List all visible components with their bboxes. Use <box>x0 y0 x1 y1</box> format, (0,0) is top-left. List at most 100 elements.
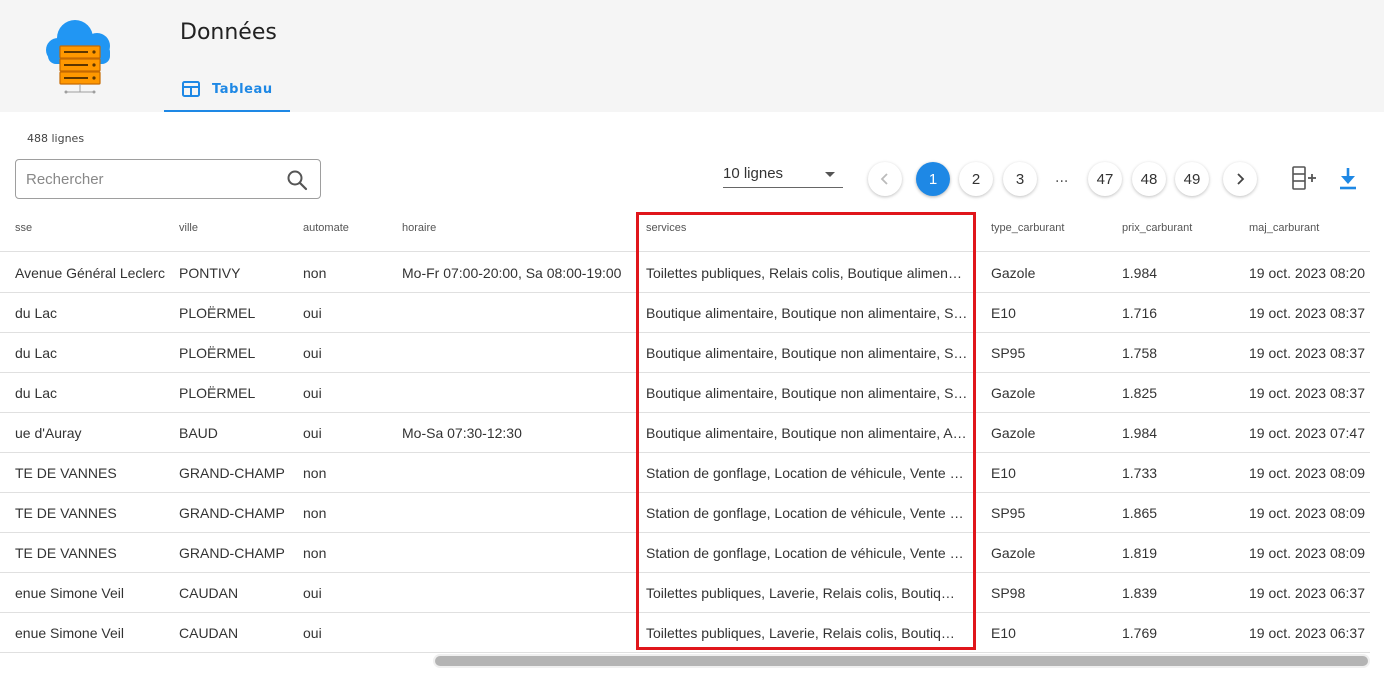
table-row[interactable]: enue Simone Veil CAUDAN oui Toilettes publi… <box>0 613 1370 653</box>
cell-prix-carburant: 1.839 <box>1122 585 1158 601</box>
page-button-49[interactable]: 49 <box>1175 162 1209 196</box>
cell-services: Toilettes publiques, Laverie, Relais col… <box>646 625 955 641</box>
column-header-ville[interactable]: ville <box>179 222 198 234</box>
lines-per-page-value: 10 lignes <box>723 165 784 182</box>
cell-ville: PLOËRMEL <box>179 305 256 321</box>
cell-prix-carburant: 1.819 <box>1122 545 1158 561</box>
page-button-47[interactable]: 47 <box>1088 162 1122 196</box>
cell-ville: CAUDAN <box>179 625 239 641</box>
table-row[interactable]: TE DE VANNES GRAND-CHAMP non Station de gon… <box>0 453 1370 493</box>
chevron-left-icon <box>880 173 888 185</box>
table-row[interactable]: TE DE VANNES GRAND-CHAMP non Station de gon… <box>0 533 1370 573</box>
prev-page-button[interactable] <box>868 162 902 196</box>
cell-automate: non <box>303 465 327 481</box>
cell-services: Station de gonflage, Location de véhicul… <box>646 465 971 481</box>
column-header-horaire[interactable]: horaire <box>402 222 436 234</box>
page-title: Données <box>180 20 277 45</box>
next-page-button[interactable] <box>1223 162 1257 196</box>
cell-type-carburant: Gazole <box>991 265 1036 281</box>
cell-services: Toilettes publiques, Laverie, Relais col… <box>646 585 955 601</box>
cell-maj-carburant: 19 oct. 2023 08:09 <box>1249 545 1365 561</box>
cell-services: Boutique alimentaire, Boutique non alime… <box>646 345 971 361</box>
row-count: 488 lignes <box>27 132 85 145</box>
cell-type-carburant: Gazole <box>991 385 1036 401</box>
pagination-ellipsis: ... <box>1055 170 1069 186</box>
cell-type-carburant: Gazole <box>991 425 1036 441</box>
cell-maj-carburant: 19 oct. 2023 08:20 <box>1249 265 1365 281</box>
cell-horaire: Mo-Fr 07:00-20:00, Sa 08:00-19:00 <box>402 265 622 281</box>
column-header-automate[interactable]: automate <box>303 222 349 234</box>
table-row[interactable]: enue Simone Veil CAUDAN oui Toilettes publi… <box>0 573 1370 613</box>
cell-ville: PONTIVY <box>179 265 241 281</box>
cell-services: Station de gonflage, Location de véhicul… <box>646 545 971 561</box>
cell-adresse: ue d'Auray <box>15 425 82 441</box>
search-icon[interactable] <box>286 169 308 191</box>
cell-ville: CAUDAN <box>179 585 239 601</box>
cell-automate: oui <box>303 585 322 601</box>
cell-maj-carburant: 19 oct. 2023 08:37 <box>1249 305 1365 321</box>
table-row[interactable]: TE DE VANNES GRAND-CHAMP non Station de gon… <box>0 493 1370 533</box>
page-button-1[interactable]: 1 <box>916 162 950 196</box>
cell-automate: oui <box>303 425 322 441</box>
cell-automate: non <box>303 545 327 561</box>
table-row[interactable]: du Lac PLOËRMEL oui Boutique alimentaire, B… <box>0 333 1370 373</box>
horizontal-scrollbar-thumb[interactable] <box>435 656 1368 666</box>
lines-per-page-select[interactable]: 10 lignes <box>723 162 843 188</box>
cell-horaire: Mo-Sa 07:30-12:30 <box>402 425 522 441</box>
cell-services: Boutique alimentaire, Boutique non alime… <box>646 305 971 321</box>
cell-adresse: TE DE VANNES <box>15 465 117 481</box>
cell-type-carburant: SP95 <box>991 345 1026 361</box>
cell-maj-carburant: 19 oct. 2023 08:37 <box>1249 345 1365 361</box>
table-icon <box>182 81 200 97</box>
cell-prix-carburant: 1.769 <box>1122 625 1158 641</box>
cell-ville: PLOËRMEL <box>179 385 256 401</box>
cell-prix-carburant: 1.758 <box>1122 345 1158 361</box>
cell-type-carburant: E10 <box>991 305 1016 321</box>
column-header-maj-carburant[interactable]: maj_carburant <box>1249 222 1319 234</box>
cell-maj-carburant: 19 oct. 2023 06:37 <box>1249 625 1365 641</box>
search-input[interactable] <box>26 168 276 190</box>
column-header-services[interactable]: services <box>646 222 686 234</box>
tab-tableau[interactable]: Tableau <box>164 68 290 112</box>
cell-prix-carburant: 1.865 <box>1122 505 1158 521</box>
table-row[interactable]: du Lac PLOËRMEL oui Boutique alimentaire, B… <box>0 293 1370 333</box>
table-row[interactable]: du Lac PLOËRMEL oui Boutique alimentaire, B… <box>0 373 1370 413</box>
page-button-2[interactable]: 2 <box>959 162 993 196</box>
cell-automate: oui <box>303 625 322 641</box>
cell-automate: oui <box>303 345 322 361</box>
cell-adresse: TE DE VANNES <box>15 505 117 521</box>
cell-maj-carburant: 19 oct. 2023 06:37 <box>1249 585 1365 601</box>
add-column-icon[interactable] <box>1289 164 1319 194</box>
table-row[interactable]: Avenue Général Leclerc PONTIVY non Mo-Fr 07… <box>0 253 1370 293</box>
cloud-server-logo <box>46 20 110 94</box>
cell-ville: GRAND-CHAMP <box>179 545 285 561</box>
cell-type-carburant: E10 <box>991 625 1016 641</box>
cell-prix-carburant: 1.733 <box>1122 465 1158 481</box>
column-header-adresse[interactable]: sse <box>15 222 32 234</box>
tab-label: Tableau <box>212 81 273 97</box>
cell-prix-carburant: 1.716 <box>1122 305 1158 321</box>
column-header-type-carburant[interactable]: type_carburant <box>991 222 1064 234</box>
cell-adresse: du Lac <box>15 345 58 361</box>
cell-automate: oui <box>303 305 322 321</box>
search-box[interactable] <box>15 159 321 199</box>
cell-automate: non <box>303 265 327 281</box>
data-table: sse ville automate horaire services type… <box>0 207 1384 653</box>
cell-services: Toilettes publiques, Relais colis, Bouti… <box>646 265 962 281</box>
cell-prix-carburant: 1.984 <box>1122 425 1158 441</box>
header-divider <box>0 251 1370 252</box>
cell-automate: non <box>303 505 327 521</box>
column-header-prix-carburant[interactable]: prix_carburant <box>1122 222 1192 234</box>
chevron-right-icon <box>1237 173 1245 185</box>
page-button-48[interactable]: 48 <box>1132 162 1166 196</box>
download-icon[interactable] <box>1334 164 1364 194</box>
cell-ville: BAUD <box>179 425 218 441</box>
cell-type-carburant: SP98 <box>991 585 1026 601</box>
cell-maj-carburant: 19 oct. 2023 08:37 <box>1249 385 1365 401</box>
page-button-3[interactable]: 3 <box>1003 162 1037 196</box>
cell-services: Station de gonflage, Location de véhicul… <box>646 505 971 521</box>
cell-adresse: TE DE VANNES <box>15 545 117 561</box>
cell-adresse: Avenue Général Leclerc <box>15 265 165 281</box>
table-row[interactable]: ue d'Auray BAUD oui Mo-Sa 07:30-12:30 Boutiq… <box>0 413 1370 453</box>
cell-automate: oui <box>303 385 322 401</box>
